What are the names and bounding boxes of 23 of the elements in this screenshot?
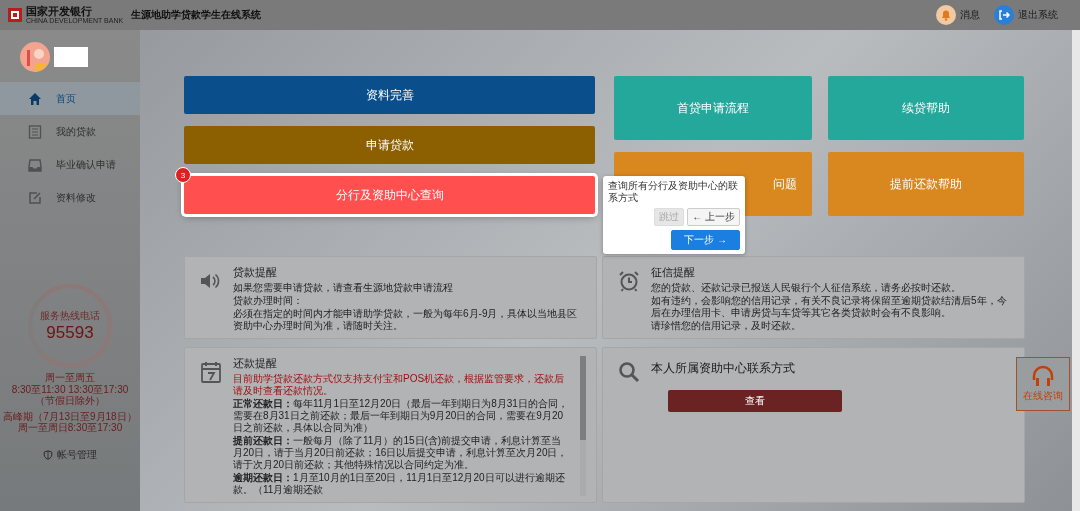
panel-text: 正常还款日：每年11月1日至12月20日（最后一年到期日为8月31日的合同，需要在8月31日之前还款；最后一年到期日为9月20日的合同，需要在9月20日之前还款，具体以合同为准） <box>233 398 569 434</box>
panel-text: 如有违约，会影响您的信用记录，有关不良记录将保留至逾期贷款结清后5年，今后在办理信用卡、申请房贷与车贷等其它各类贷款时会有不良影响。 <box>651 295 1008 319</box>
panel-text: 贷款办理时间： <box>233 295 304 307</box>
panel-text: 目前助学贷款还款方式仅支持支付宝和POS机还款，根据监管要求，还款后请及时查看还款情况。 <box>233 373 566 397</box>
panel-text: 提前还款日：一般每月（除了11月）的15日(含)前提交申请，利息计算至当月20日，请于当月20日前还款；16日以后提交申请，利息计算至次月20日，请于次月20日前还款；其他特殊情况以合同约定为准。 <box>233 435 569 471</box>
panel-title: 征信提醒 <box>651 265 696 280</box>
peak-hours: 高峰期（7月13日至9月18日） <box>3 410 137 422</box>
panel-title: 还款提醒 <box>233 356 278 371</box>
panel-text: 您的贷款、还款记录已报送人民银行个人征信系统，请务必按时还款。 <box>651 282 962 294</box>
hotline-title: 服务热线电话 <box>40 309 100 323</box>
panel-title: 本人所属资助中心联系方式 <box>651 360 796 377</box>
step-badge: 3 <box>175 167 191 183</box>
bank-name: 国家开发银行 <box>26 6 93 17</box>
panel-text: 如果您需要申请贷款，请查看生源地贷款申请流程 <box>233 282 454 294</box>
service-hours: 8:30至11:30 13:30至17:30 <box>11 383 129 395</box>
hotline-number: 95593 <box>46 323 94 343</box>
panel-text: 请珍惜您的信用记录，及时还款。 <box>651 320 802 332</box>
panel-text: 必须在指定的时间内才能申请助学贷款，一般为每年6月-9月，具体以当地县区资助中心办理时间为准，请随时关注。 <box>233 308 579 332</box>
system-title: 生源地助学贷款学生在线系统 <box>131 8 262 22</box>
panel-text: 逾期还款日：1月至10月的1日至20日，11月1日至12月20日可以进行逾期还款。（11月逾期还款 <box>233 472 566 496</box>
panel-title: 贷款提醒 <box>233 265 278 280</box>
service-hours: （节假日除外） <box>35 395 105 407</box>
tour-text: 查询所有分行及资助中心的联系方式 <box>608 180 739 204</box>
